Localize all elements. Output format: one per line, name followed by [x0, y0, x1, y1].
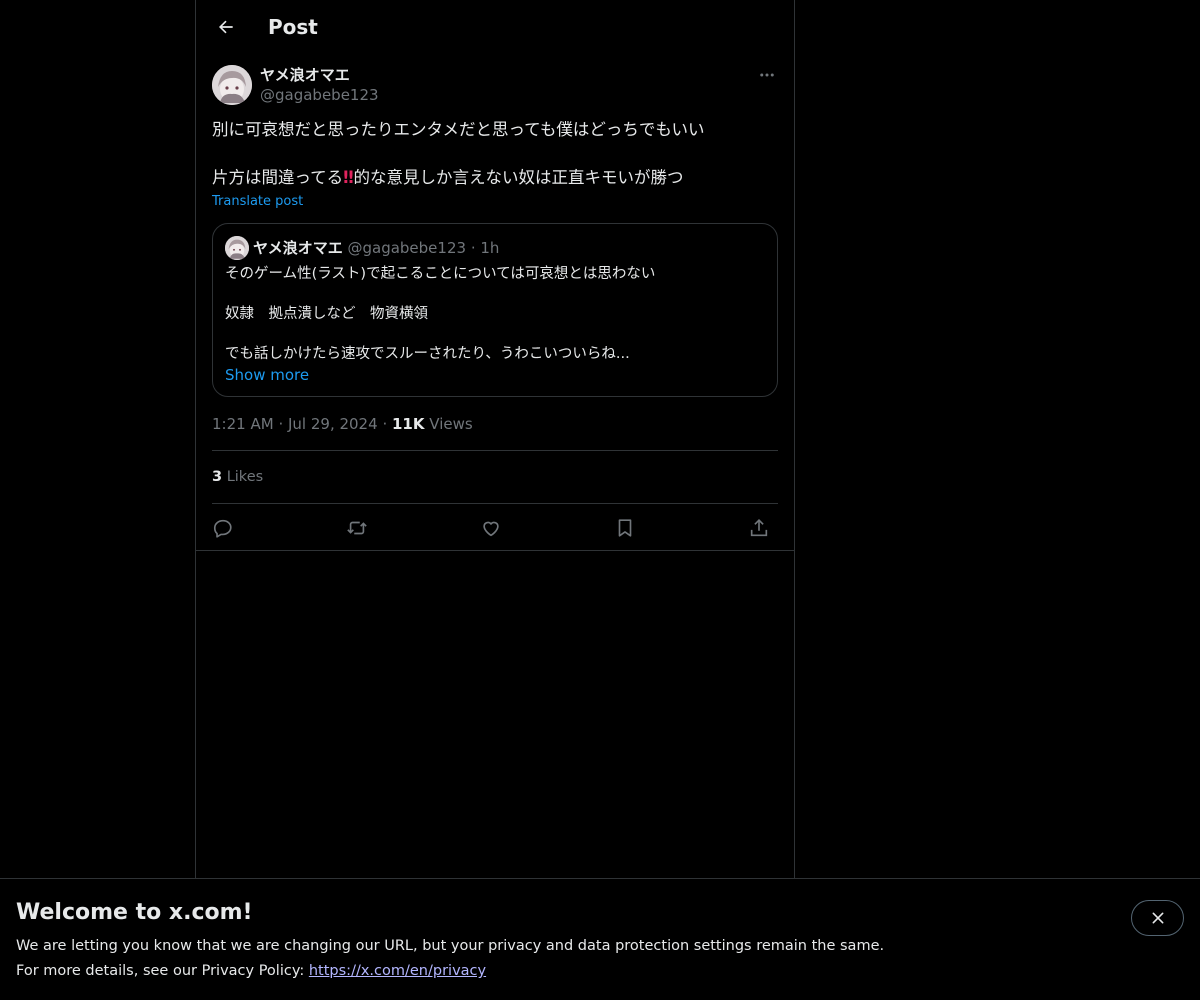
show-more-link[interactable]: Show more: [225, 365, 309, 385]
banner-title: Welcome to x.com!: [16, 900, 253, 925]
post-text-line: 片方は間違ってる‼的な意見しか言えない奴は正直キモいが勝つ: [212, 166, 778, 190]
separator-dot: ·: [382, 415, 392, 433]
author-name[interactable]: ヤメ浪オマエ: [260, 65, 350, 85]
post-header: Post: [196, 0, 794, 54]
translate-post-link[interactable]: Translate post: [212, 193, 303, 211]
quoted-post[interactable]: ヤメ浪オマエ @gagabebe123 · 1h そのゲーム性(ラスト)で起こる…: [212, 223, 778, 397]
privacy-policy-link[interactable]: https://x.com/en/privacy: [309, 963, 486, 979]
views-label: Views: [429, 415, 473, 433]
quoted-text-line: 奴隷 拠点潰しなど 物資横領: [225, 306, 428, 322]
url-change-banner: Welcome to x.com! We are letting you kno…: [0, 878, 1200, 1000]
like-button[interactable]: [476, 513, 506, 543]
post-author: ヤメ浪オマエ @gagabebe123: [212, 64, 778, 108]
quoted-author-handle: @gagabebe123: [347, 239, 467, 257]
avatar-image: [225, 236, 249, 260]
separator-dot: ·: [278, 415, 288, 433]
more-horizontal-icon: [760, 73, 774, 77]
banner-privacy-line: For more details, see our Privacy Policy…: [16, 961, 486, 981]
bookmark-button[interactable]: [610, 513, 640, 543]
post-text-segment: 片方は間違ってる: [212, 168, 344, 187]
divider: [212, 450, 778, 451]
more-options-button[interactable]: [756, 64, 778, 86]
post-meta: 1:21 AM · Jul 29, 2024 · 11K Views: [212, 414, 473, 434]
share-icon: [750, 519, 768, 537]
post-column: Post ヤメ浪オマエ @gagabebe123 別に可哀想だと思ったりエンタメ…: [195, 0, 795, 878]
views-count: 11K: [391, 415, 425, 433]
quoted-post-age: 1h: [480, 239, 500, 257]
post-time[interactable]: 1:21 AM: [212, 415, 274, 433]
avatar-image: [212, 65, 252, 105]
back-button[interactable]: [208, 9, 244, 45]
quoted-text-line: そのゲーム性(ラスト)で起こることについては可哀想とは思わない: [225, 266, 656, 282]
action-bar: [212, 504, 778, 550]
heart-icon: [483, 521, 499, 537]
double-exclamation-emoji: ‼: [343, 168, 354, 187]
post-text: 別に可哀想だと思ったりエンタメだと思っても僕はどっちでもいい 片方は間違ってる‼…: [212, 118, 778, 190]
likes-count: 3: [212, 469, 223, 485]
arrow-left-icon: [219, 20, 233, 34]
quoted-avatar[interactable]: [225, 236, 249, 260]
separator-dot: ·: [470, 239, 476, 257]
banner-message: We are letting you know that we are chan…: [16, 938, 885, 954]
divider: [196, 550, 794, 551]
post-text-line: 別に可哀想だと思ったりエンタメだと思っても僕はどっちでもいい: [212, 120, 705, 139]
quoted-post-text: そのゲーム性(ラスト)で起こることについては可哀想とは思わない 奴隷 拠点潰しな…: [225, 264, 765, 364]
likes-label: Likes: [226, 469, 264, 485]
post-date[interactable]: Jul 29, 2024: [288, 415, 378, 433]
post-text-segment: 的な意見しか言えない奴は正直キモいが勝つ: [353, 168, 684, 187]
close-icon: [1152, 912, 1163, 924]
quoted-author-name: ヤメ浪オマエ: [253, 239, 343, 257]
quoted-post-header: ヤメ浪オマエ @gagabebe123 · 1h: [253, 238, 499, 258]
reply-icon: [213, 519, 232, 538]
repost-icon: [347, 521, 367, 535]
share-button[interactable]: [744, 513, 774, 543]
bookmark-icon: [618, 519, 632, 537]
page-title: Post: [268, 15, 318, 39]
author-handle[interactable]: @gagabebe123: [260, 85, 379, 105]
reply-button[interactable]: [208, 513, 238, 543]
close-banner-button[interactable]: [1131, 900, 1184, 936]
avatar[interactable]: [212, 65, 252, 105]
repost-button[interactable]: [342, 513, 372, 543]
quoted-text-line: でも話しかけたら速攻でスルーされたり、うわこいついらね...: [225, 346, 630, 362]
banner-privacy-prefix: For more details, see our Privacy Policy…: [16, 963, 309, 979]
likes-summary[interactable]: 3 Likes: [212, 467, 263, 487]
